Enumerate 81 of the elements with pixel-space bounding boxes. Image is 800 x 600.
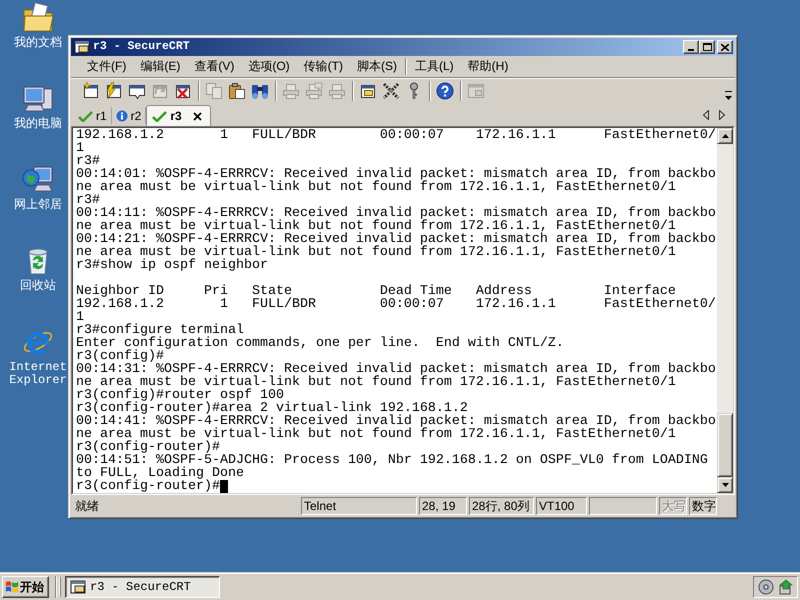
app-window-icon: [74, 40, 90, 54]
tab[interactable]: r1: [74, 107, 112, 124]
menu-item[interactable]: 编辑(E): [133, 58, 188, 75]
window-lightning-icon[interactable]: [105, 82, 123, 100]
tools-icon[interactable]: [382, 82, 400, 100]
disc-icon[interactable]: [758, 578, 774, 594]
close-icon: [193, 112, 202, 120]
terminal-line: Enter configuration commands, one per line. End with CNTL/Z.: [76, 337, 564, 350]
terminal-line: ne area must be virtual-link but not found from 172.16.1.1, FastEthernet0/1: [76, 246, 676, 259]
arrow-right-icon[interactable]: [719, 110, 725, 120]
menu-item[interactable]: 工具(L): [408, 58, 461, 75]
terminal-line: 00:14:11: %OSPF-4-ERRRCV: Received invalid packet: mismatch area ID, from backbo: [76, 207, 716, 220]
terminal-line: 00:14:51: %OSPF-5-ADJCHG: Process 100, Nbr 192.168.1.2 on OSPF_VL0 from LOADING: [76, 454, 708, 467]
tab[interactable]: r3: [146, 105, 211, 126]
terminal-line: 192.168.1.2 1 FULL/BDR 00:00:07 172.16.1.1 FastEthernet0/: [76, 129, 716, 142]
menu-item[interactable]: 查看(V): [187, 58, 242, 75]
menu-item[interactable]: 文件(F): [80, 58, 134, 75]
window-title: r3 - SecureCRT: [93, 40, 190, 54]
key-indicator: 大写: [659, 497, 687, 515]
close-button[interactable]: [717, 40, 733, 54]
status-panel: 28行, 80列: [469, 497, 534, 515]
arrow-left-icon[interactable]: [703, 110, 709, 120]
caret-up-icon: [722, 134, 728, 138]
terminal-line: r3(config-router)#area 2 virtual-link 192.168.1.2: [76, 402, 468, 415]
clipboard-icon[interactable]: [228, 82, 246, 100]
terminal-line: r3#: [76, 155, 100, 168]
menu-item[interactable]: 选项(O): [241, 58, 297, 75]
maximize-button[interactable]: [699, 40, 715, 54]
terminal-line: r3(config-router)#: [76, 480, 220, 493]
menu-item[interactable]: 传输(T): [296, 58, 350, 75]
help-icon[interactable]: [436, 82, 454, 100]
terminal-line: r3#show ip ospf neighbor: [76, 259, 268, 272]
status-text: 就绪: [75, 499, 99, 513]
icon-label[interactable]: 网上邻居: [14, 199, 62, 212]
flag-icon: [5, 580, 19, 593]
menu-item[interactable]: 脚本(S): [350, 58, 404, 75]
terminal-line: 00:14:31: %OSPF-4-ERRRCV: Received invalid packet: mismatch area ID, from backbo: [76, 363, 716, 376]
folder-icon[interactable]: [22, 2, 54, 34]
scroll-down-button[interactable]: [717, 477, 733, 493]
terminal-line: r3(config)#router ospf 100: [76, 389, 284, 402]
icon-label[interactable]: 回收站: [20, 280, 56, 293]
key-indicator: 数字: [689, 497, 717, 515]
terminal-line: 00:14:21: %OSPF-4-ERRRCV: Received invalid packet: mismatch area ID, from backbo: [76, 233, 716, 246]
start-button[interactable]: 开始: [2, 576, 49, 598]
status-panel: Telnet: [301, 497, 417, 515]
terminal-line: 192.168.1.2 1 FULL/BDR 00:00:07 172.16.1.1 FastEthernet0/: [76, 298, 716, 311]
terminal-line: r3#: [76, 194, 100, 207]
terminal-line: ne area must be virtual-link but not found from 172.16.1.1, FastEthernet0/1: [76, 220, 676, 233]
chevron-icon[interactable]: [725, 91, 732, 101]
terminal-line: 1: [76, 142, 84, 155]
terminal-line: 00:14:01: %OSPF-4-ERRRCV: Received invalid packet: mismatch area ID, from backbo: [76, 168, 716, 181]
arrow-icon[interactable]: [778, 578, 794, 594]
terminal-line: r3(config)#: [76, 350, 164, 363]
maximize-icon: [702, 43, 712, 51]
terminal-line: ne area must be virtual-link but not found from 172.16.1.1, FastEthernet0/1: [76, 376, 676, 389]
icon-label[interactable]: 我的电脑: [14, 118, 62, 131]
terminal-line: Neighbor ID Pri State Dead Time Address Interface: [76, 285, 676, 298]
terminal-line: ne area must be virtual-link but not found from 172.16.1.1, FastEthernet0/1: [76, 181, 676, 194]
icon-label[interactable]: Internet Explorer: [9, 361, 67, 387]
terminal-line: to FULL, Loading Done: [76, 467, 244, 480]
taskbar-button[interactable]: r3 - SecureCRT: [65, 576, 220, 598]
icon-label[interactable]: 我的文档: [14, 37, 62, 50]
status-panel: 28, 19: [419, 497, 467, 515]
terminal-screen[interactable]: [73, 128, 717, 493]
status-panel: VT100: [536, 497, 587, 515]
terminal-line: 00:14:41: %OSPF-4-ERRRCV: Received invalid packet: mismatch area ID, from backbo: [76, 415, 716, 428]
app-window-icon: [70, 580, 86, 594]
terminal-line: ne area must be virtual-link but not found from 172.16.1.1, FastEthernet0/1: [76, 428, 676, 441]
text-cursor: [220, 480, 228, 493]
terminal-line: 1: [76, 311, 84, 324]
terminal-line: r3(config-router)#: [76, 441, 220, 454]
minimize-button[interactable]: [683, 40, 699, 54]
window-sparkle-icon[interactable]: [82, 82, 100, 100]
tab-close-button[interactable]: [192, 111, 203, 121]
terminal-line: r3#configure terminal: [76, 324, 244, 337]
scrollbar-thumb[interactable]: [717, 413, 733, 477]
caret-down-icon: [722, 483, 728, 487]
menu-item[interactable]: 帮助(H): [460, 58, 516, 75]
scroll-up-button[interactable]: [717, 128, 733, 144]
close-icon: [721, 44, 729, 50]
status-panel: [589, 497, 657, 515]
